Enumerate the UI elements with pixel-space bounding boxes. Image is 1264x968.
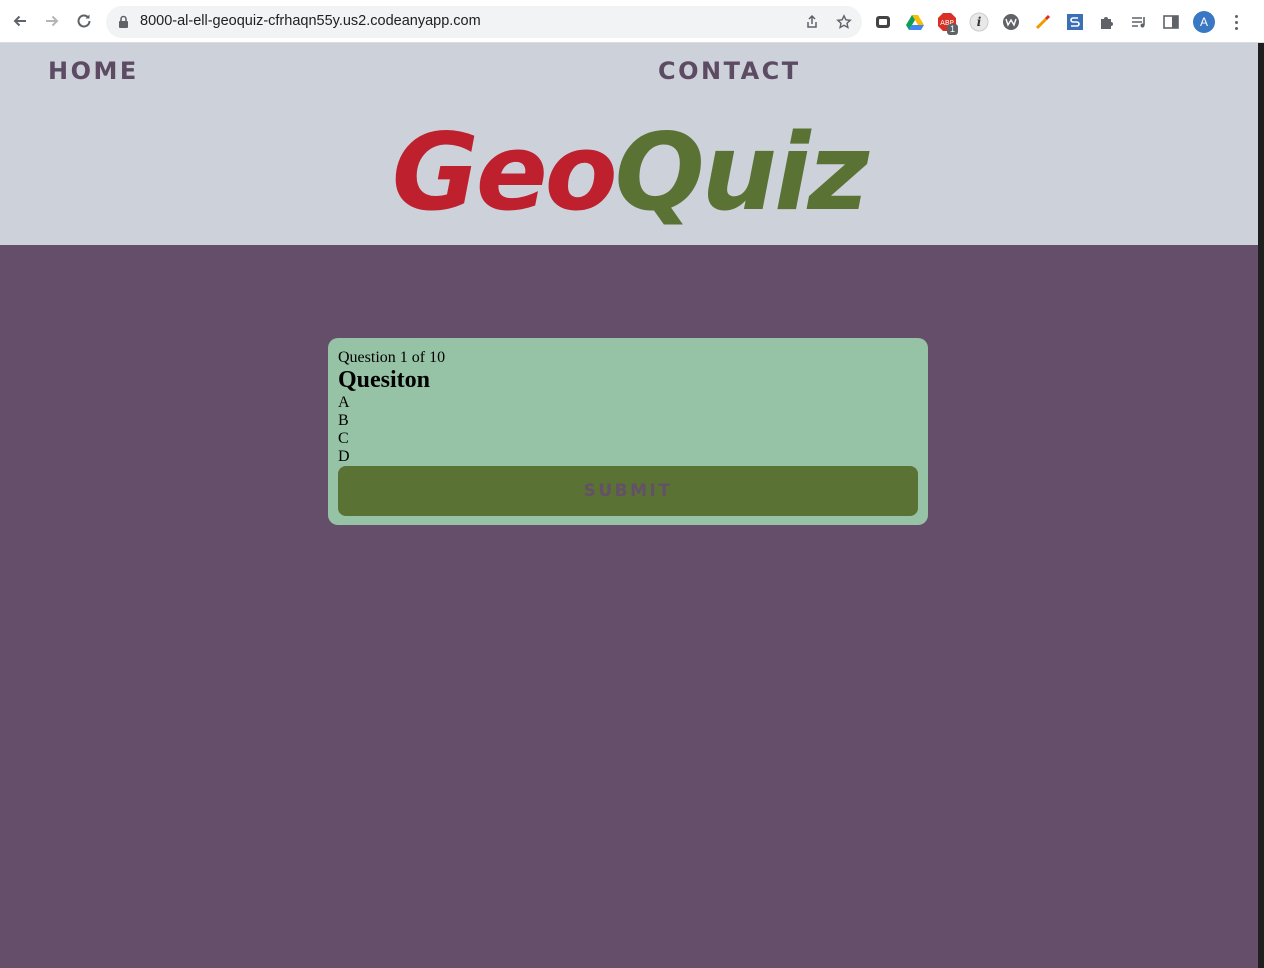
profile-avatar[interactable]: A	[1193, 11, 1215, 33]
screenshot-extension-icon[interactable]	[1065, 12, 1085, 32]
svg-text:i: i	[977, 15, 982, 29]
adblock-badge: 1	[947, 24, 959, 35]
nav-contact-link[interactable]: CONTACT	[658, 57, 801, 85]
answer-option-c[interactable]: C	[338, 430, 918, 448]
browser-menu-icon[interactable]	[1230, 12, 1242, 32]
page-viewport: HOME CONTACT GeoQuiz Question 1 of 10 Qu…	[0, 43, 1258, 968]
adblock-icon[interactable]: ABP 1	[937, 12, 959, 35]
answer-option-a[interactable]: A	[338, 394, 918, 412]
browser-toolbar: 8000-al-ell-geoquiz-cfrhaqn55y.us2.codea…	[0, 0, 1264, 43]
side-panel-icon[interactable]	[1161, 12, 1181, 32]
nav-home-link[interactable]: HOME	[48, 57, 139, 85]
wappalyzer-icon[interactable]	[1001, 12, 1021, 32]
extension-grammar-icon[interactable]	[873, 12, 893, 32]
extensions-puzzle-icon[interactable]	[1097, 12, 1117, 32]
logo-geo-text: Geo	[391, 111, 618, 234]
url-text: 8000-al-ell-geoquiz-cfrhaqn55y.us2.codea…	[140, 13, 481, 29]
info-extension-icon[interactable]: i	[969, 12, 989, 32]
media-control-icon[interactable]	[1129, 12, 1149, 32]
address-bar[interactable]: 8000-al-ell-geoquiz-cfrhaqn55y.us2.codea…	[106, 6, 862, 38]
answer-option-d[interactable]: D	[338, 448, 918, 466]
geoquiz-logo: GeoQuiz	[0, 113, 1258, 233]
question-counter: Question 1 of 10	[338, 349, 446, 366]
back-arrow-icon[interactable]	[9, 10, 31, 32]
window-edge	[1258, 43, 1264, 968]
color-picker-icon[interactable]	[1033, 12, 1053, 32]
google-drive-icon[interactable]	[905, 12, 925, 32]
reload-icon[interactable]	[73, 10, 95, 32]
share-icon[interactable]	[804, 14, 820, 30]
submit-button[interactable]: SUBMIT	[338, 466, 918, 516]
logo-quiz-text: Quiz	[614, 111, 870, 234]
bookmark-star-icon[interactable]	[836, 14, 852, 30]
answer-option-b[interactable]: B	[338, 412, 918, 430]
forward-arrow-icon[interactable]	[41, 10, 63, 32]
question-title: Quesiton	[338, 367, 431, 393]
quiz-card: Question 1 of 10 Quesiton A B C D SUBMIT	[328, 338, 928, 525]
site-header: HOME CONTACT GeoQuiz	[0, 43, 1258, 245]
lock-icon[interactable]	[118, 15, 129, 29]
